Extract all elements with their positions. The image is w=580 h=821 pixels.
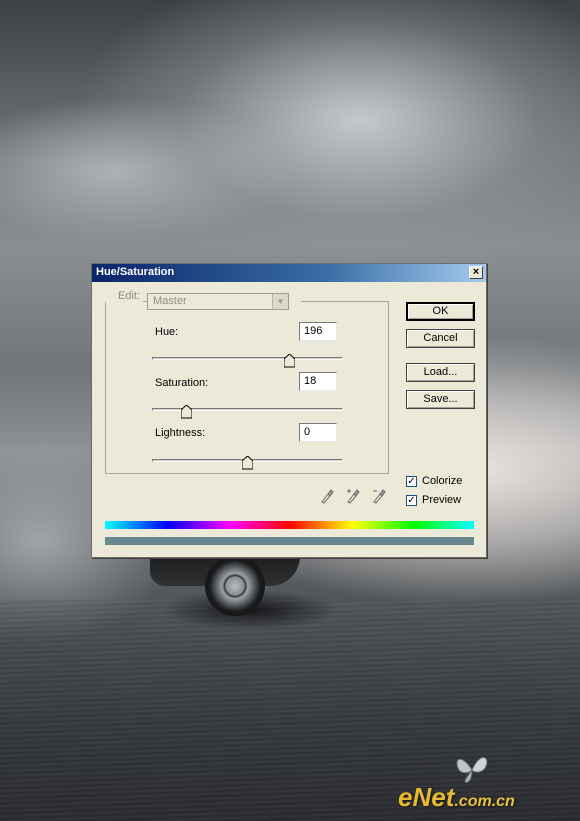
chevron-down-icon[interactable]: ▼ xyxy=(272,294,288,309)
hue-spectrum-bar xyxy=(105,521,474,529)
saturation-input[interactable]: 18 xyxy=(299,372,337,391)
watermark-logo: eNet.com.cn xyxy=(398,782,515,813)
dialog-titlebar[interactable]: Hue/Saturation × xyxy=(92,264,486,282)
hue-saturation-dialog: Hue/Saturation × Edit: Master ▼ Hue: 196… xyxy=(91,263,487,558)
groupbox-gap xyxy=(289,298,301,304)
eyedropper-minus-icon[interactable] xyxy=(372,488,386,504)
butterfly-logo-icon xyxy=(456,757,488,783)
close-button[interactable]: × xyxy=(469,266,483,279)
save-button[interactable]: Save... xyxy=(406,390,475,409)
edit-select-value: Master xyxy=(153,295,187,307)
hue-slider-thumb[interactable] xyxy=(284,354,296,368)
car-wheel xyxy=(205,556,265,616)
lightness-input[interactable]: 0 xyxy=(299,423,337,442)
watermark-brand: eNet xyxy=(398,782,455,812)
load-button[interactable]: Load... xyxy=(406,363,475,382)
lightness-label: Lightness: xyxy=(155,427,206,439)
eyedropper-icon[interactable] xyxy=(320,488,334,504)
edit-groupbox xyxy=(105,301,389,474)
saturation-label: Saturation: xyxy=(155,377,209,389)
edit-select[interactable]: Master ▼ xyxy=(147,293,289,310)
dialog-title: Hue/Saturation xyxy=(96,266,175,278)
preview-checkbox[interactable]: ✓ xyxy=(406,495,417,506)
ok-button[interactable]: OK xyxy=(406,302,475,321)
colorize-checkbox[interactable]: ✓ xyxy=(406,476,417,487)
hue-label: Hue: xyxy=(155,326,179,338)
saturation-slider-thumb[interactable] xyxy=(180,405,192,419)
hue-input[interactable]: 196 xyxy=(299,322,337,341)
hue-slider-track[interactable] xyxy=(152,357,343,360)
eyedropper-plus-icon[interactable] xyxy=(346,488,360,504)
cancel-button[interactable]: Cancel xyxy=(406,329,475,348)
colorize-label: Colorize xyxy=(422,475,463,487)
edit-label: Edit: xyxy=(105,290,144,302)
watermark-domain: .com.cn xyxy=(454,793,515,810)
result-color-bar xyxy=(105,537,474,545)
lightness-slider-thumb[interactable] xyxy=(242,456,253,470)
preview-label: Preview xyxy=(422,494,462,506)
